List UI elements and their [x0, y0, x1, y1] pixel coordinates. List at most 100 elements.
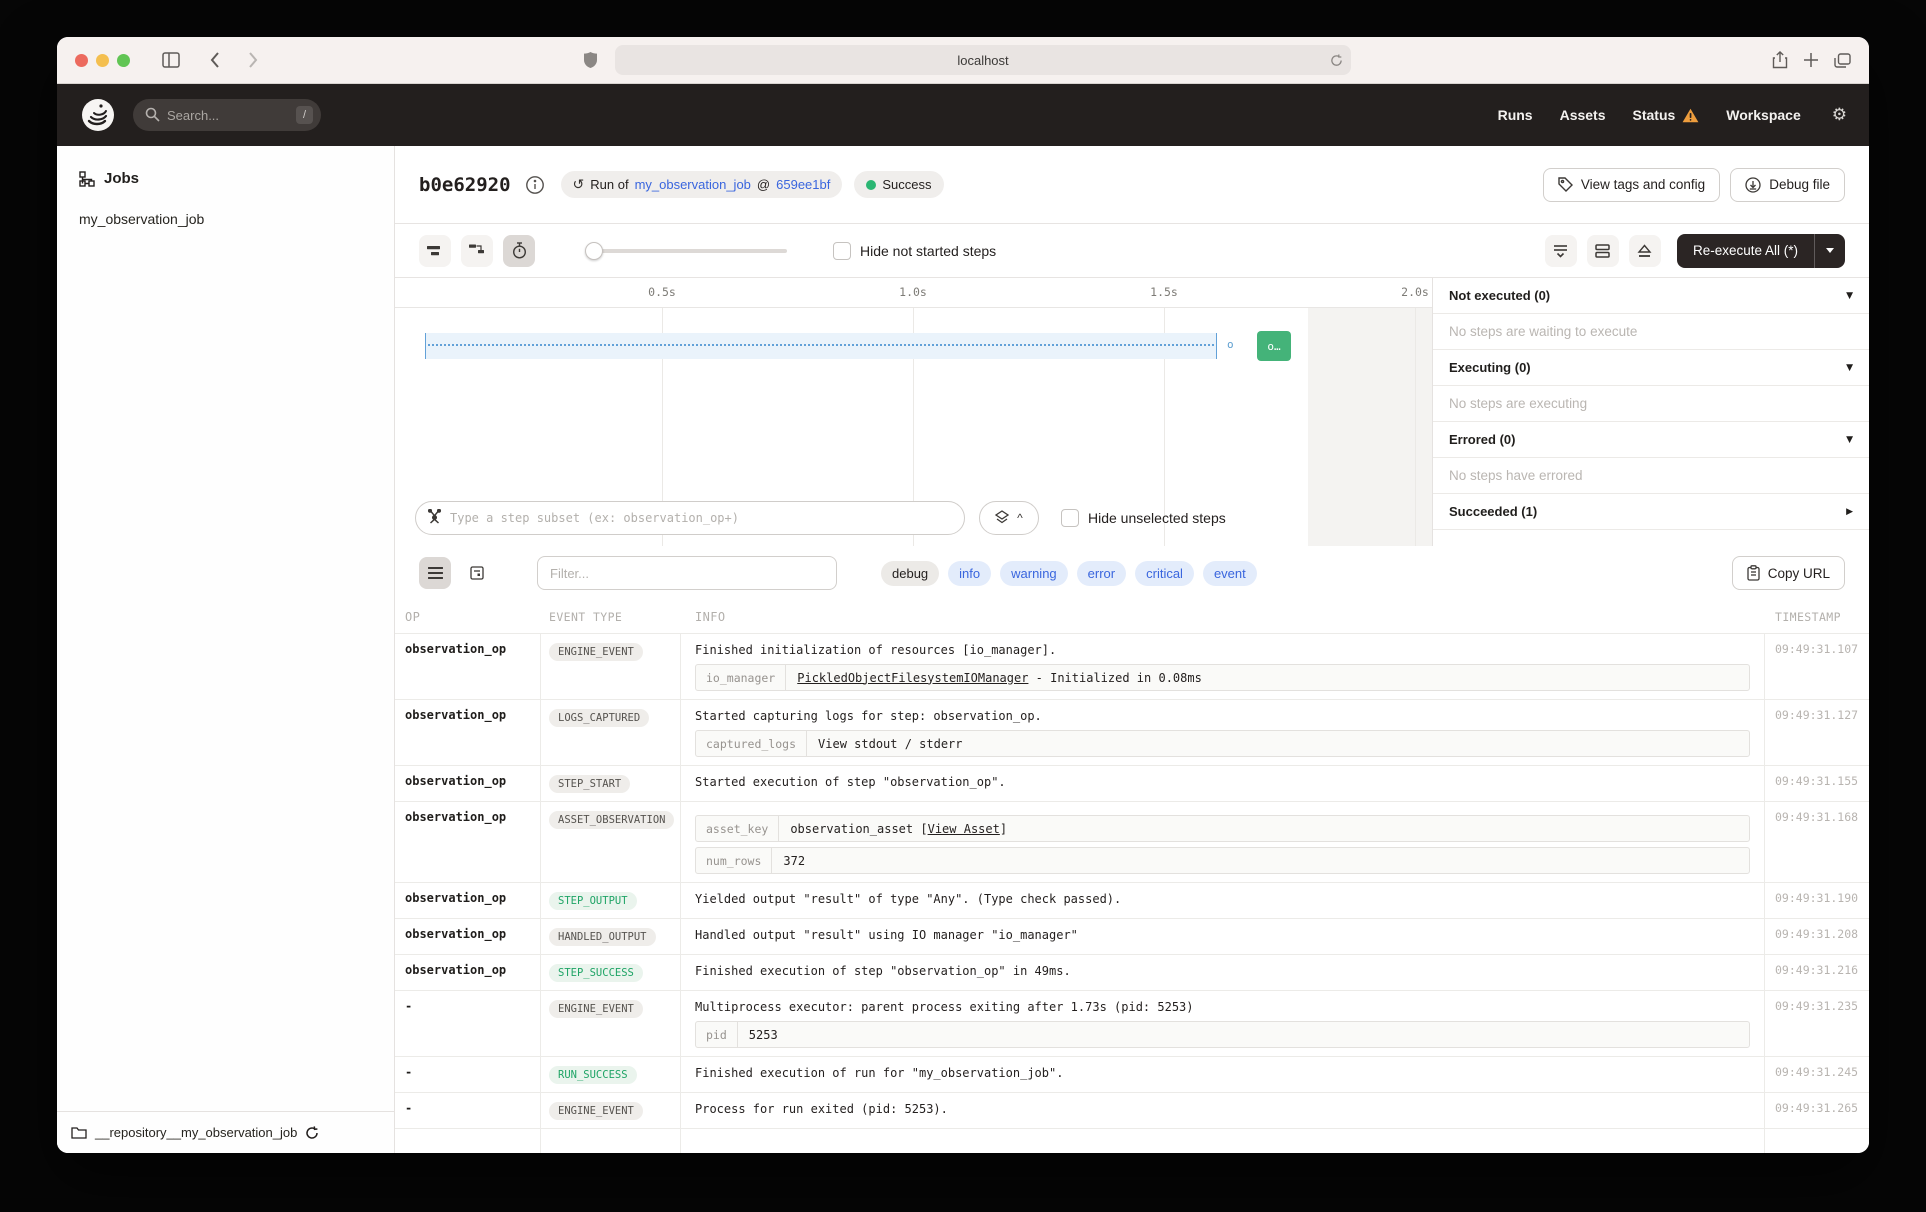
nav-status[interactable]: Status — [1633, 107, 1700, 123]
graph-layers-button[interactable]: ^ — [979, 501, 1039, 535]
dagster-logo[interactable] — [79, 96, 117, 134]
folder-icon — [71, 1126, 87, 1139]
log-row[interactable]: -ENGINE_EVENTMultiprocess executor: pare… — [395, 991, 1869, 1057]
reload-repository-icon[interactable] — [305, 1126, 319, 1140]
zoom-window-button[interactable] — [117, 54, 130, 67]
zoom-slider-knob[interactable] — [585, 242, 603, 260]
log-row[interactable]: -ENGINE_EVENTProcess for run exited (pid… — [395, 1093, 1869, 1129]
log-event-type-cell: STEP_SUCCESS — [541, 955, 681, 990]
log-row[interactable]: observation_opSTEP_SUCCESSFinished execu… — [395, 955, 1869, 991]
log-row[interactable]: observation_opSTEP_OUTPUTYielded output … — [395, 883, 1869, 919]
reexecute-options-button[interactable] — [1815, 234, 1845, 268]
panel-section-succeeded[interactable]: Succeeded (1) ▶ — [1433, 494, 1869, 530]
metadata-key: num_rows — [696, 848, 772, 873]
log-op-cell: - — [395, 991, 541, 1056]
log-level-info[interactable]: info — [948, 561, 991, 586]
info-icon[interactable] — [525, 175, 545, 195]
gantt-step-marker: o — [1227, 338, 1234, 351]
forward-button[interactable] — [238, 45, 268, 75]
privacy-shield-icon[interactable] — [575, 45, 605, 75]
log-filter-input[interactable] — [537, 556, 837, 590]
nav-runs[interactable]: Runs — [1498, 107, 1533, 123]
log-list-view-button[interactable] — [419, 557, 451, 589]
flatten-view-button[interactable] — [419, 235, 451, 267]
log-message: Finished initialization of resources [io… — [695, 642, 1750, 659]
share-icon[interactable] — [1772, 51, 1788, 69]
log-level-debug[interactable]: debug — [881, 561, 939, 586]
address-bar[interactable]: localhost — [615, 45, 1351, 75]
log-row[interactable]: -RUN_SUCCESSFinished execution of run fo… — [395, 1057, 1869, 1093]
tab-overview-icon[interactable] — [1834, 53, 1851, 68]
metadata-key: io_manager — [696, 665, 786, 690]
debug-file-button[interactable]: Debug file — [1730, 168, 1845, 202]
log-row[interactable]: observation_opSTEP_STARTStarted executio… — [395, 766, 1869, 802]
split-panels-icon-button[interactable] — [1587, 235, 1619, 267]
gantt-step-bar-observation-op[interactable]: o… — [1257, 331, 1291, 361]
back-button[interactable] — [200, 45, 230, 75]
global-search[interactable]: / — [133, 99, 321, 131]
eject-icon-button[interactable] — [1629, 235, 1661, 267]
view-tags-config-button[interactable]: View tags and config — [1543, 168, 1720, 202]
log-row[interactable]: observation_opHANDLED_OUTPUTHandled outp… — [395, 919, 1869, 955]
event-type-tag: LOGS_CAPTURED — [549, 709, 649, 727]
log-op-cell: - — [395, 1093, 541, 1128]
panel-section-errored[interactable]: Errored (0) ▼ — [1433, 422, 1869, 458]
copy-url-button[interactable]: Copy URL — [1732, 556, 1845, 590]
metadata-link[interactable]: View Asset — [928, 822, 1000, 836]
chevron-down-icon: ▼ — [1846, 291, 1853, 301]
nav-assets[interactable]: Assets — [1560, 107, 1606, 123]
log-table: OP EVENT TYPE INFO TIMESTAMP observation… — [395, 600, 1869, 1153]
nav-workspace[interactable]: Workspace — [1726, 107, 1800, 123]
new-tab-icon[interactable] — [1804, 53, 1818, 67]
gantt-canvas[interactable]: o o… — [395, 308, 1432, 546]
log-event-type-cell: HANDLED_OUTPUT — [541, 919, 681, 954]
panel-section-not-executed[interactable]: Not executed (0) ▼ — [1433, 278, 1869, 314]
log-level-warning[interactable]: warning — [1000, 561, 1068, 586]
sidebar-toggle-icon[interactable] — [156, 45, 186, 75]
log-row[interactable]: observation_opASSET_OBSERVATIONasset_key… — [395, 802, 1869, 883]
hide-unselected-checkbox[interactable] — [1061, 509, 1079, 527]
metadata-value: observation_asset [View Asset] — [779, 822, 1018, 836]
chevron-down-icon — [1826, 248, 1834, 253]
log-level-critical[interactable]: critical — [1135, 561, 1194, 586]
filler-info — [681, 1129, 1765, 1153]
gantt-time-axis: 0.5s 1.0s 1.5s 2.0s — [395, 278, 1432, 308]
close-window-button[interactable] — [75, 54, 88, 67]
settings-gear-icon[interactable]: ⚙ — [1832, 105, 1847, 125]
step-subset-row: ^ Hide unselected steps — [395, 490, 1432, 546]
search-input[interactable] — [133, 99, 321, 131]
filter-lines-icon-button[interactable] — [1545, 235, 1577, 267]
reexecute-split-button: Re-execute All (*) — [1677, 234, 1845, 268]
hide-not-started-checkbox[interactable] — [833, 242, 851, 260]
event-type-tag: HANDLED_OUTPUT — [549, 928, 656, 946]
minimize-window-button[interactable] — [96, 54, 109, 67]
log-row[interactable]: observation_opLOGS_CAPTUREDStarted captu… — [395, 700, 1869, 766]
column-header-op: OP — [395, 610, 541, 624]
step-status-panel: Not executed (0) ▼ No steps are waiting … — [1432, 278, 1869, 546]
panel-empty-text: No steps are executing — [1433, 386, 1869, 422]
reload-icon[interactable] — [1330, 54, 1343, 67]
log-structured-view-button[interactable] — [461, 557, 493, 589]
metadata-text: 5253 — [749, 1028, 778, 1042]
log-row[interactable]: observation_opENGINE_EVENTFinished initi… — [395, 634, 1869, 700]
timing-view-button[interactable] — [503, 235, 535, 267]
step-subset-input[interactable] — [415, 501, 965, 535]
zoom-slider[interactable] — [587, 249, 787, 253]
log-level-event[interactable]: event — [1203, 561, 1257, 586]
reexecute-all-button[interactable]: Re-execute All (*) — [1677, 234, 1814, 268]
metadata-text: observation_asset [ — [790, 822, 927, 836]
panel-section-executing[interactable]: Executing (0) ▼ — [1433, 350, 1869, 386]
filler-ts — [1765, 1129, 1869, 1153]
log-level-error[interactable]: error — [1077, 561, 1126, 586]
filler-op — [395, 1129, 541, 1153]
sidebar-item-my-observation-job[interactable]: my_observation_job — [79, 211, 372, 227]
jobs-title: Jobs — [104, 170, 139, 187]
hide-not-started-label: Hide not started steps — [860, 243, 996, 259]
log-timestamp-cell: 09:49:31.235 — [1765, 991, 1869, 1056]
job-link[interactable]: my_observation_job — [635, 177, 751, 192]
commit-link[interactable]: 659ee1bf — [776, 177, 830, 192]
metadata-entry: pid5253 — [695, 1021, 1750, 1048]
run-of-pill: ↺ Run of my_observation_job @ 659ee1bf — [561, 171, 843, 198]
waterfall-view-button[interactable] — [461, 235, 493, 267]
metadata-link[interactable]: PickledObjectFilesystemIOManager — [797, 671, 1028, 685]
